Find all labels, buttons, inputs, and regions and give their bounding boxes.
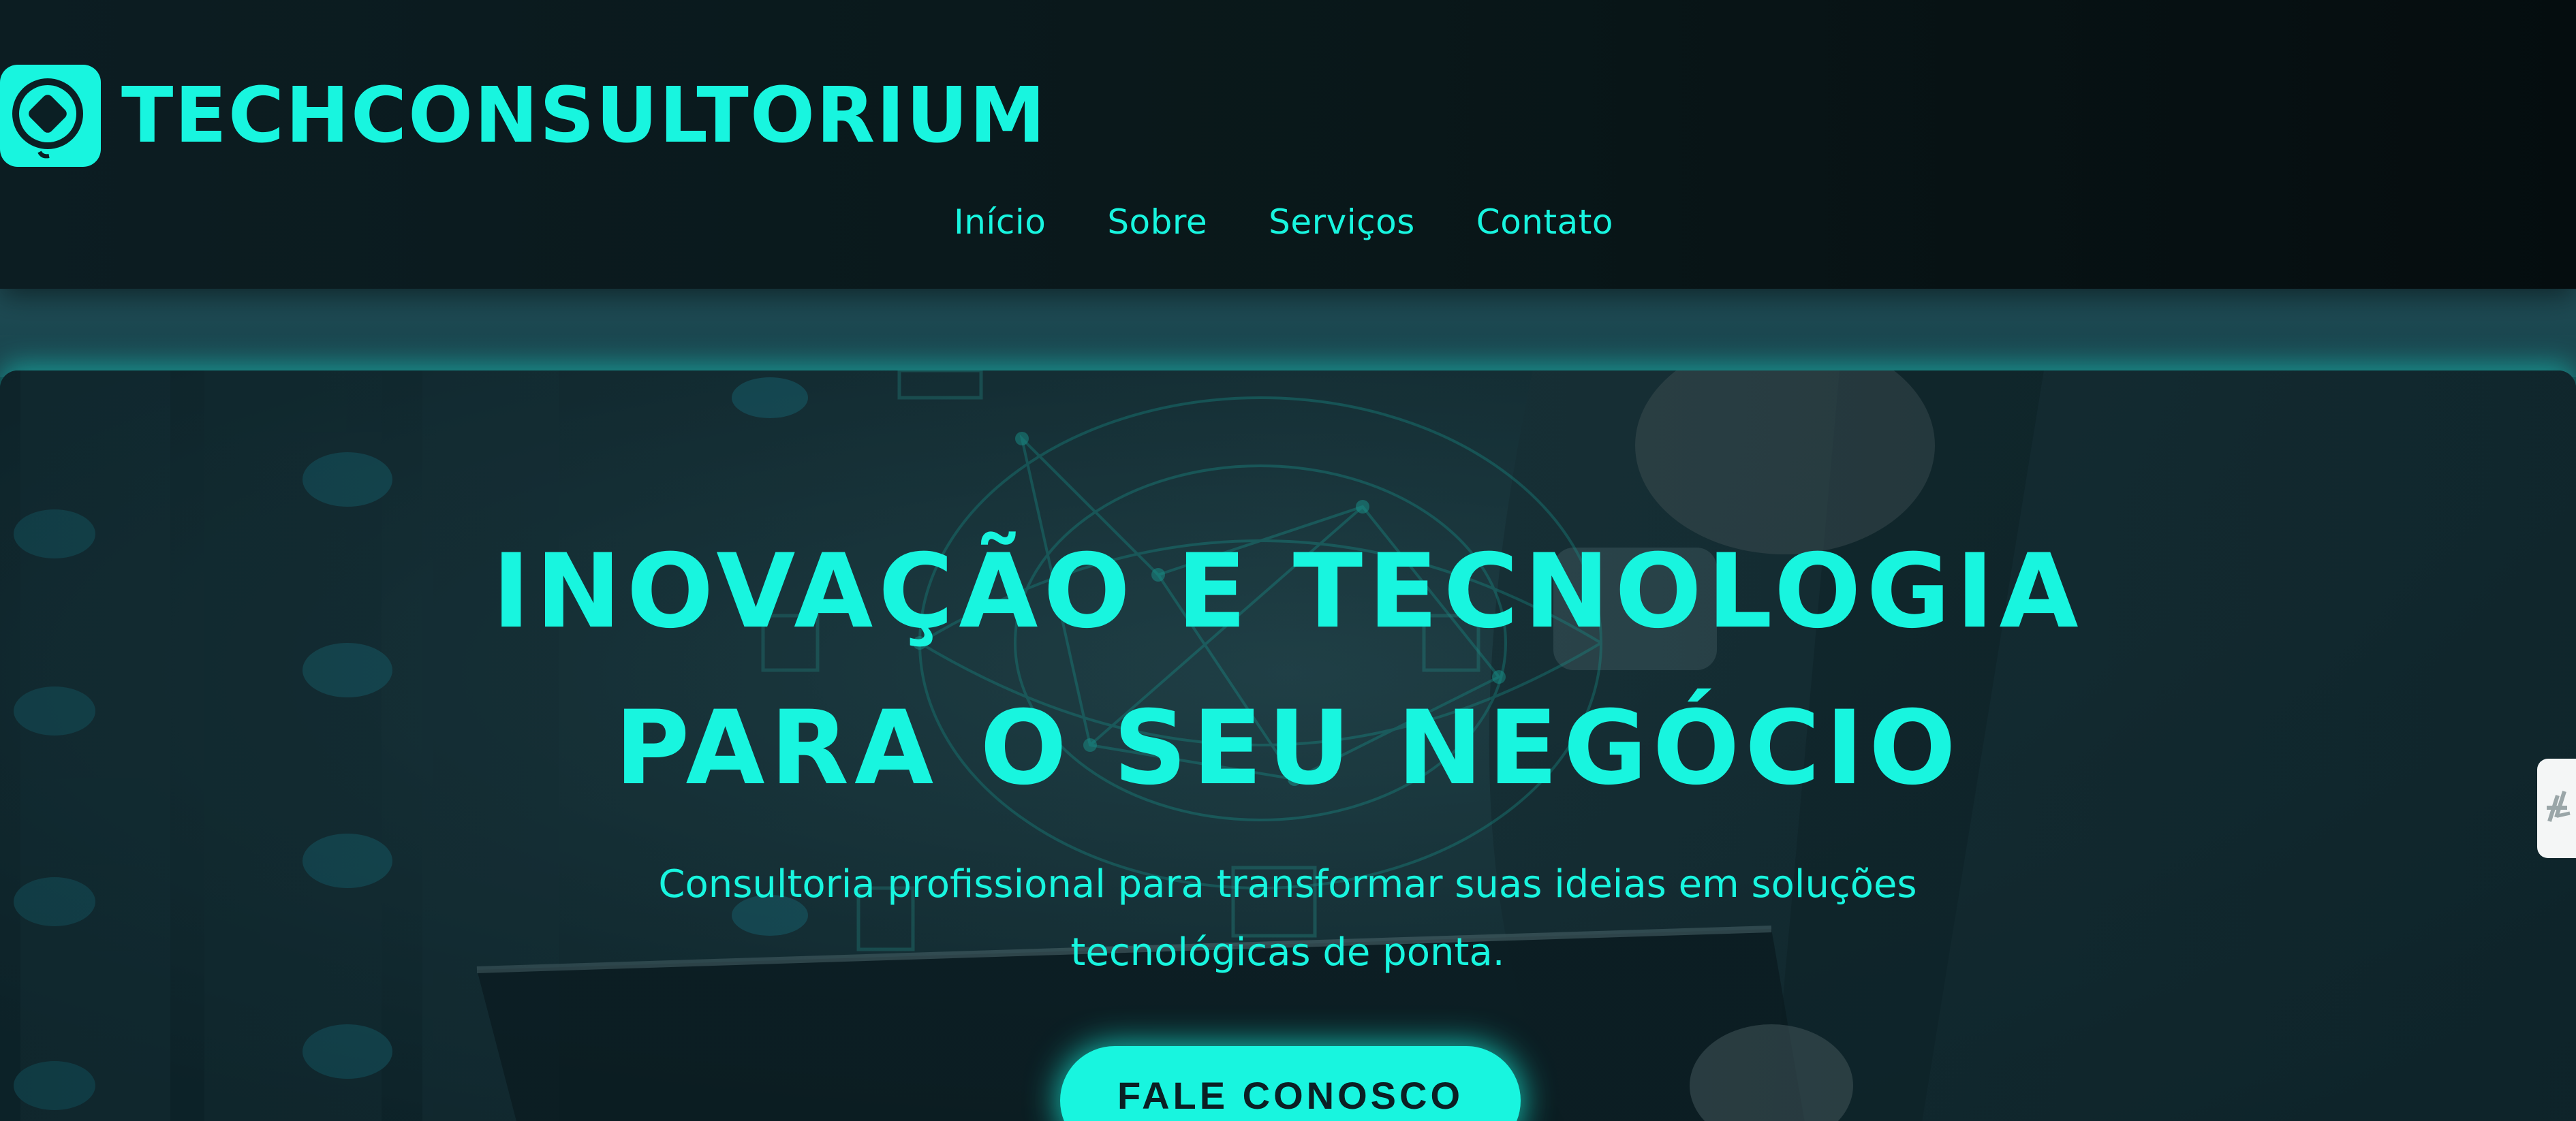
hero-subtitle: Consultoria profissional para transforma… — [658, 862, 1917, 975]
nav-item-contato[interactable]: Contato — [1476, 202, 1613, 242]
hero-section: INOVAÇÃO E TECNOLOGIA PARA O SEU NEGÓCIO… — [0, 370, 2576, 1121]
main-nav: Início Sobre Serviços Contato — [954, 195, 1613, 249]
accessibility-icon — [2547, 791, 2571, 822]
hero-title-line-2: PARA O SEU NEGÓCIO — [615, 689, 1961, 808]
nav-item-servicos[interactable]: Serviços — [1269, 202, 1415, 242]
fale-conosco-button[interactable]: FALE CONOSCO — [1060, 1046, 1521, 1121]
nav-item-sobre[interactable]: Sobre — [1107, 202, 1207, 242]
accessibility-widget-button[interactable] — [2537, 759, 2576, 858]
header-band — [0, 289, 2576, 377]
hero-title-line-1: INOVAÇÃO E TECNOLOGIA — [492, 533, 2084, 651]
brand[interactable]: TECHCONSULTORIUM — [0, 64, 1046, 168]
nav-item-inicio[interactable]: Início — [954, 202, 1046, 242]
fale-conosco-label: FALE CONOSCO — [1117, 1074, 1464, 1117]
diamond-logo-icon — [0, 65, 101, 167]
site-header: TECHCONSULTORIUM Início Sobre Serviços C… — [0, 0, 2576, 289]
brand-name: TECHCONSULTORIUM — [121, 72, 1047, 160]
hero-title: INOVAÇÃO E TECNOLOGIA PARA O SEU NEGÓCIO — [0, 514, 2576, 827]
page: TECHCONSULTORIUM Início Sobre Serviços C… — [0, 0, 2576, 1121]
